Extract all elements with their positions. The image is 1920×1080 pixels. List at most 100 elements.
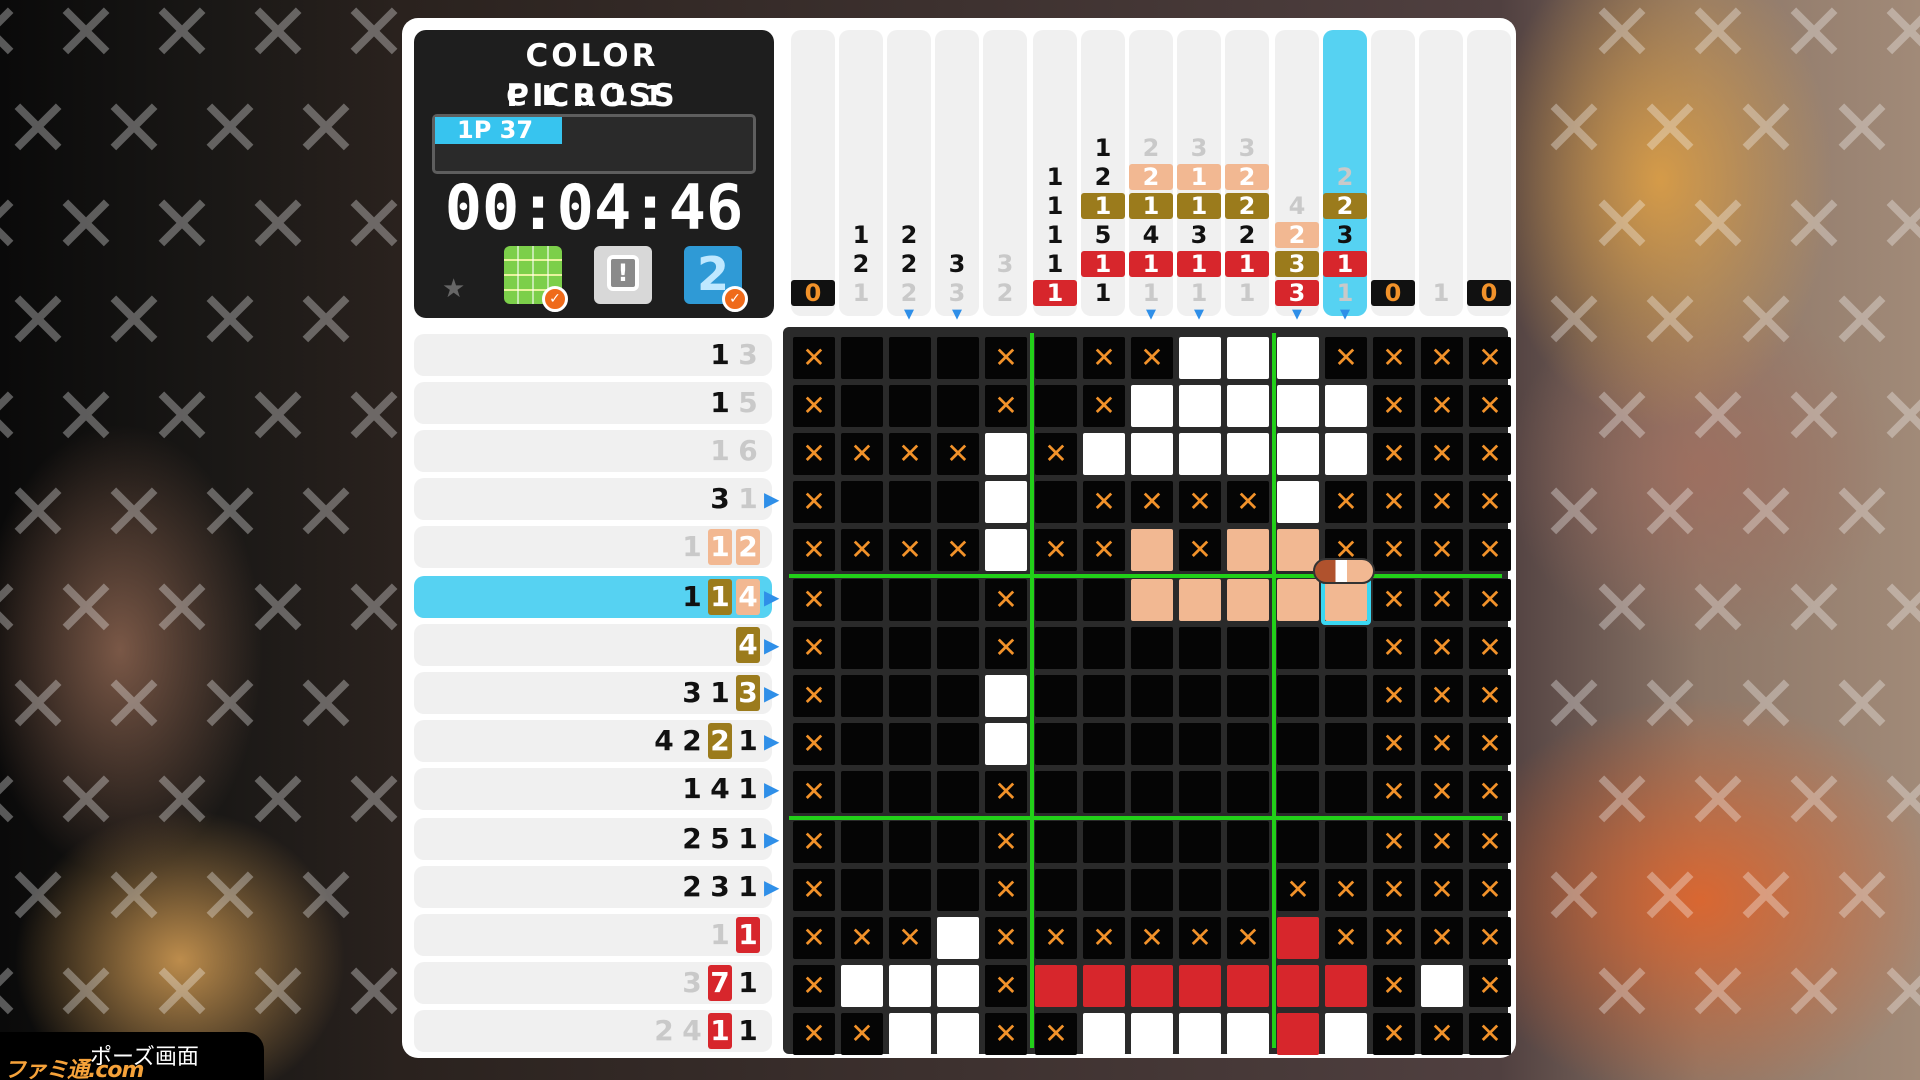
grid-cell-empty[interactable] — [1325, 821, 1367, 863]
grid-cell-empty[interactable] — [841, 771, 883, 813]
grid-cell-empty[interactable] — [1277, 821, 1319, 863]
grid-cell-empty[interactable] — [889, 869, 931, 911]
grid-cell-red[interactable] — [1083, 965, 1125, 1007]
grid-cell-empty[interactable] — [841, 385, 883, 427]
grid-cell-crossed[interactable]: ✕ — [985, 385, 1027, 427]
grid-cell-empty[interactable] — [1131, 869, 1173, 911]
grid-cell-crossed[interactable]: ✕ — [1469, 337, 1511, 379]
grid-cell-crossed[interactable]: ✕ — [985, 1013, 1027, 1055]
grid-cell-empty[interactable] — [1083, 579, 1125, 621]
grid-cell-empty[interactable] — [889, 337, 931, 379]
grid-cell-empty[interactable] — [1277, 771, 1319, 813]
grid-cell-empty[interactable] — [1131, 627, 1173, 669]
grid-cell-crossed[interactable]: ✕ — [985, 821, 1027, 863]
grid-cell-red[interactable] — [1179, 965, 1221, 1007]
grid-cell-crossed[interactable]: ✕ — [1325, 869, 1367, 911]
grid-cell-empty[interactable] — [1131, 675, 1173, 717]
grid-cell-red[interactable] — [1277, 965, 1319, 1007]
puzzle-grid[interactable]: ✕ ✕ ✕ ✕ ✕ ✕ ✕ ✕ ✕ ✕ ✕ ✕ ✕ ✕ ✕ ✕ ✕ ✕ ✕ ✕ ✕ ✕ ✕ ✕ ✕ ✕ ✕ ✕ ✕ ✕ ✕ ✕ ✕ ✕ ✕ ✕ ✕ ✕ ✕ ✕… — [783, 327, 1511, 1055]
grid-cell-crossed[interactable]: ✕ — [985, 965, 1027, 1007]
grid-cell-crossed[interactable]: ✕ — [1373, 675, 1415, 717]
grid-cell-crossed[interactable]: ✕ — [1373, 385, 1415, 427]
grid-cell-empty[interactable] — [1083, 627, 1125, 669]
grid-cell-white[interactable] — [937, 917, 979, 959]
grid-cell-white[interactable] — [937, 965, 979, 1007]
grid-cell-empty[interactable] — [841, 337, 883, 379]
grid-cell-white[interactable] — [1227, 385, 1269, 427]
grid-cell-crossed[interactable]: ✕ — [937, 433, 979, 475]
grid-cell-crossed[interactable]: ✕ — [841, 433, 883, 475]
grid-cell-crossed[interactable]: ✕ — [985, 627, 1027, 669]
grid-cell-crossed[interactable]: ✕ — [1469, 1013, 1511, 1055]
grid-cell-empty[interactable] — [889, 771, 931, 813]
grid-cell-crossed[interactable]: ✕ — [1469, 821, 1511, 863]
grid-cell-peach[interactable] — [1277, 529, 1319, 571]
grid-cell-crossed[interactable]: ✕ — [793, 481, 835, 523]
grid-cell-crossed[interactable]: ✕ — [1227, 917, 1269, 959]
grid-cell-crossed[interactable]: ✕ — [793, 385, 835, 427]
grid-cell-crossed[interactable]: ✕ — [889, 529, 931, 571]
grid-cell-empty[interactable] — [1277, 627, 1319, 669]
grid-cell-empty[interactable] — [937, 385, 979, 427]
grid-cell-empty[interactable] — [889, 481, 931, 523]
grid-cell-empty[interactable] — [1227, 627, 1269, 669]
grid-cell-empty[interactable] — [889, 385, 931, 427]
grid-cell-empty[interactable] — [937, 821, 979, 863]
grid-cell-white[interactable] — [1179, 337, 1221, 379]
grid-cell-crossed[interactable]: ✕ — [1373, 433, 1415, 475]
grid-cell-white[interactable] — [1277, 433, 1319, 475]
grid-cell-crossed[interactable]: ✕ — [1179, 529, 1221, 571]
grid-cell-red[interactable] — [1227, 965, 1269, 1007]
grid-cell-red[interactable] — [1277, 1013, 1319, 1055]
grid-cell-empty[interactable] — [1131, 821, 1173, 863]
grid-cell-empty[interactable] — [1179, 675, 1221, 717]
grid-cell-empty[interactable] — [1325, 627, 1367, 669]
grid-cell-crossed[interactable]: ✕ — [1083, 481, 1125, 523]
grid-cell-empty[interactable] — [1035, 337, 1077, 379]
grid-cell-crossed[interactable]: ✕ — [793, 869, 835, 911]
grid-cell-white[interactable] — [1179, 1013, 1221, 1055]
grid-cell-empty[interactable] — [1083, 675, 1125, 717]
grid-cell-crossed[interactable]: ✕ — [1469, 771, 1511, 813]
grid-cell-empty[interactable] — [1325, 675, 1367, 717]
grid-cell-crossed[interactable]: ✕ — [1421, 433, 1463, 475]
grid-cell-white[interactable] — [1083, 433, 1125, 475]
grid-cell-empty[interactable] — [1179, 627, 1221, 669]
grid-cell-white[interactable] — [937, 1013, 979, 1055]
grid-cell-crossed[interactable]: ✕ — [1421, 1013, 1463, 1055]
grid-cell-white[interactable] — [1277, 481, 1319, 523]
grid-cell-empty[interactable] — [841, 869, 883, 911]
grid-cell-white[interactable] — [889, 1013, 931, 1055]
grid-cell-crossed[interactable]: ✕ — [793, 771, 835, 813]
grid-cell-peach[interactable] — [1227, 579, 1269, 621]
grid-cell-crossed[interactable]: ✕ — [793, 337, 835, 379]
grid-cell-white[interactable] — [1083, 1013, 1125, 1055]
grid-cell-crossed[interactable]: ✕ — [841, 529, 883, 571]
grid-cell-crossed[interactable]: ✕ — [1421, 385, 1463, 427]
grid-cell-crossed[interactable]: ✕ — [1373, 821, 1415, 863]
grid-cell-crossed[interactable]: ✕ — [1035, 917, 1077, 959]
grid-cell-empty[interactable] — [1227, 771, 1269, 813]
grid-cell-crossed[interactable]: ✕ — [1469, 965, 1511, 1007]
grid-cell-crossed[interactable]: ✕ — [1131, 337, 1173, 379]
grid-cell-peach[interactable] — [1131, 529, 1173, 571]
grid-cell-empty[interactable] — [841, 579, 883, 621]
grid-cell-crossed[interactable]: ✕ — [1373, 965, 1415, 1007]
grid-cell-empty[interactable] — [841, 675, 883, 717]
grid-cell-empty[interactable] — [1035, 723, 1077, 765]
grid-cell-crossed[interactable]: ✕ — [1227, 481, 1269, 523]
grid-cell-crossed[interactable]: ✕ — [1373, 1013, 1415, 1055]
grid-cell-crossed[interactable]: ✕ — [1083, 337, 1125, 379]
grid-cell-empty[interactable] — [937, 869, 979, 911]
grid-cell-crossed[interactable]: ✕ — [1421, 821, 1463, 863]
grid-cell-crossed[interactable]: ✕ — [793, 579, 835, 621]
grid-cell-crossed[interactable]: ✕ — [1421, 579, 1463, 621]
grid-cell-empty[interactable] — [1325, 771, 1367, 813]
grid-cell-crossed[interactable]: ✕ — [793, 529, 835, 571]
grid-cell-crossed[interactable]: ✕ — [1131, 917, 1173, 959]
grid-cell-empty[interactable] — [937, 675, 979, 717]
grid-cell-crossed[interactable]: ✕ — [793, 723, 835, 765]
grid-cell-crossed[interactable]: ✕ — [1277, 869, 1319, 911]
grid-cell-white[interactable] — [1325, 1013, 1367, 1055]
grid-cell-white[interactable] — [1131, 433, 1173, 475]
